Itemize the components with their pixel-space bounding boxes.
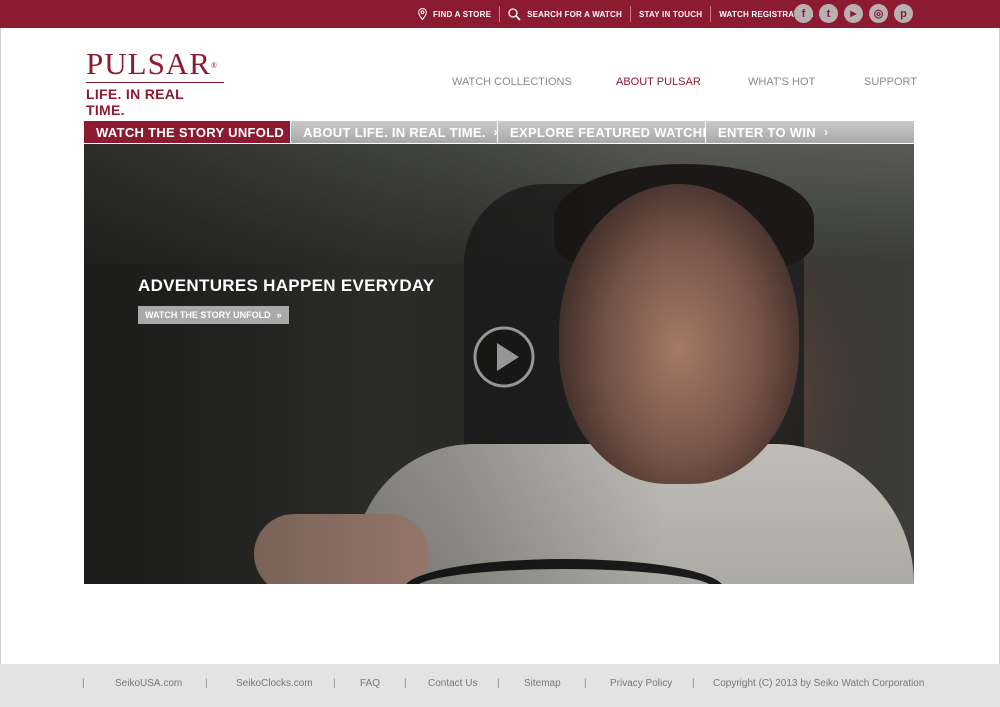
search-for-a-watch-label: SEARCH FOR A WATCH <box>527 9 622 19</box>
registered-mark: ® <box>210 61 218 70</box>
footer-separator: | <box>497 678 500 689</box>
double-chevron-icon: » <box>276 310 282 320</box>
play-icon[interactable] <box>473 326 535 388</box>
utility-separator <box>710 6 712 22</box>
logo-tagline: LIFE. IN REAL TIME. <box>86 86 184 118</box>
watch-story-button-label: WATCH THE STORY UNFOLD <box>145 310 271 320</box>
story-tabs: WATCH THE STORY UNFOLD› ABOUT LIFE. IN R… <box>84 121 914 143</box>
tab-explore-featured-watches[interactable]: EXPLORE FEATURED WATCHES› <box>498 121 732 143</box>
tab-enter-to-win[interactable]: ENTER TO WIN › <box>706 121 914 143</box>
footer-link-sitemap[interactable]: Sitemap <box>524 678 561 689</box>
tab-watch-the-story-unfold[interactable]: WATCH THE STORY UNFOLD› <box>84 121 296 143</box>
footer-separator: | <box>82 678 85 689</box>
footer-separator: | <box>205 678 208 689</box>
tab-about-life-in-real-time[interactable]: ABOUT LIFE. IN REAL TIME. › <box>291 121 498 143</box>
footer-separator: | <box>333 678 336 689</box>
footer: | SeikoUSA.com | SeikoClocks.com | FAQ |… <box>0 664 1000 707</box>
find-a-store-link[interactable]: FIND A STORE <box>418 8 491 20</box>
utility-links: FIND A STORE SEARCH FOR A WATCH STAY IN … <box>418 0 814 28</box>
youtube-icon[interactable]: ▶ <box>844 4 863 23</box>
watch-story-button[interactable]: WATCH THE STORY UNFOLD » <box>138 306 289 324</box>
utility-bar: FIND A STORE SEARCH FOR A WATCH STAY IN … <box>0 0 1000 28</box>
footer-link-seikoclocks[interactable]: SeikoClocks.com <box>236 678 313 689</box>
logo-brand-text: PULSAR <box>86 46 211 81</box>
hero-video[interactable]: ADVENTURES HAPPEN EVERYDAY WATCH THE STO… <box>84 144 914 584</box>
footer-separator: | <box>584 678 587 689</box>
footer-link-contact-us[interactable]: Contact Us <box>428 678 477 689</box>
footer-link-seikousa[interactable]: SeikoUSA.com <box>115 678 182 689</box>
stay-in-touch-link[interactable]: STAY IN TOUCH <box>639 10 702 19</box>
nav-whats-hot[interactable]: WHAT'S HOT <box>748 76 815 90</box>
hero-headline: ADVENTURES HAPPEN EVERYDAY <box>138 276 435 295</box>
footer-copyright: Copyright (C) 2013 by Seiko Watch Corpor… <box>713 678 925 689</box>
tab-label: ABOUT LIFE. IN REAL TIME. <box>303 124 486 140</box>
tab-label: WATCH THE STORY UNFOLD <box>96 124 285 140</box>
tab-label: ENTER TO WIN <box>718 124 816 140</box>
pinterest-icon[interactable]: p <box>894 4 913 23</box>
logo-brand: PULSAR® <box>86 48 226 80</box>
facebook-icon[interactable]: f <box>794 4 813 23</box>
twitter-icon[interactable]: t <box>819 4 838 23</box>
search-for-a-watch-link[interactable]: SEARCH FOR A WATCH <box>508 7 622 21</box>
pulsar-logo[interactable]: PULSAR® LIFE. IN REAL TIME. <box>86 48 226 118</box>
instagram-icon[interactable]: ◎ <box>869 4 888 23</box>
utility-separator <box>629 6 631 22</box>
footer-separator: | <box>404 678 407 689</box>
footer-link-privacy-policy[interactable]: Privacy Policy <box>610 678 672 689</box>
search-icon <box>508 7 521 21</box>
logo-rule <box>86 82 224 83</box>
chevron-right-icon: › <box>823 125 829 139</box>
nav-watch-collections[interactable]: WATCH COLLECTIONS <box>452 76 572 90</box>
footer-separator: | <box>692 678 695 689</box>
social-links: f t ▶ ◎ p <box>794 4 919 23</box>
nav-about-pulsar[interactable]: ABOUT PULSAR <box>616 76 701 90</box>
tab-label: EXPLORE FEATURED WATCHES <box>510 124 721 140</box>
location-pin-icon <box>418 8 427 20</box>
footer-link-faq[interactable]: FAQ <box>360 678 380 689</box>
stay-in-touch-label: STAY IN TOUCH <box>638 9 703 19</box>
utility-separator <box>499 6 501 22</box>
nav-support[interactable]: SUPPORT <box>864 76 917 90</box>
find-a-store-label: FIND A STORE <box>433 9 492 19</box>
